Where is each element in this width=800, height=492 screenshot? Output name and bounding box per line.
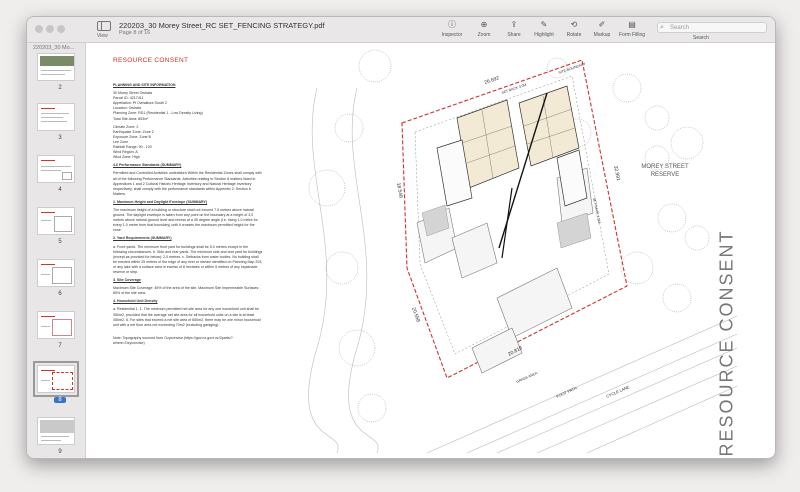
thumbnail-page-9[interactable] [37,417,75,445]
page-number-9: 9 [58,449,62,455]
site-info-line: Appellation: Pt Owhatiura South 2 [113,101,167,106]
info-icon: ⓘ [448,20,456,29]
height-heading: 1. Maximum Height and Daylight Envelope … [113,199,208,204]
markup-icon: ✐ [598,20,606,29]
thumbnail-page-3[interactable] [37,103,75,131]
climate-line: Wind Region: A [113,150,138,155]
setback-3m-label: SET BACK 3.0M [501,83,527,95]
markup-label: Markup [593,32,611,38]
page-number-7: 7 [58,343,62,349]
preview-window: View 220203_30 Morey Street_RC SET_FENCI… [26,16,776,459]
climate-line: Earthquake Zone: Zone 2 [113,129,154,134]
planning-heading: PLANNING AND SITE INFORMATION [113,83,176,87]
topography-note: Note: Topography sourced from Ozyconvise… [113,335,233,345]
minimize-button[interactable] [46,25,54,33]
close-button[interactable] [35,25,43,33]
pdf-page: RESOURCE CONSENT PLANNING AND SITE INFOR… [87,43,775,458]
west-dimension: 18.548 [395,182,404,198]
thumbnail-page-5[interactable] [37,207,75,235]
sidebar-document-name: 220203_30 Mo... [33,45,75,51]
thumbnail-page-6[interactable] [37,259,75,287]
page-heading: RESOURCE CONSENT [113,57,189,64]
rotate-icon: ⟲ [570,20,578,29]
page-number-3: 3 [58,135,62,141]
site-info-line: 30 Morey Street Owhata [113,91,152,96]
highlight-label: Highlight [534,32,554,38]
form-filling-label: Form Filling [618,32,646,38]
climate-info: Climate Zone: 2 Earthquake Zone: Zone 2 … [113,125,263,161]
climate-line: Wind Zone: High [113,155,140,160]
toolbar: View 220203_30 Morey Street_RC SET_FENCI… [27,17,775,43]
zoom-button[interactable]: ⊕ Zoom [467,20,501,38]
performance-text: Permitted and Controlled Activities unde… [113,171,262,196]
yard-heading: 2. Yard Requirements (SUMMARY) [113,236,172,241]
inspector-button[interactable]: ⓘ Inspector [435,20,469,38]
footpath-label: FOOT PATH [555,385,577,399]
site-info-line: Location: Owhata [113,106,141,111]
site-info-line: Parcel ID: 4217411 [113,96,144,101]
page-number-4: 4 [58,187,62,193]
density-text: a. Residential 1. 1. The minimum permitt… [113,307,261,327]
page-number-2: 2 [58,85,62,91]
north-dimension: 26.692 [484,75,501,86]
climate-line: Climate Zone: 2 [113,124,139,129]
share-button[interactable]: ⇪ Share [497,20,531,38]
zoom-icon: ⊕ [480,20,488,29]
form-filling-button[interactable]: ▤ Form Filling [615,20,649,38]
search-placeholder: Search [670,25,690,31]
east-dimension: 32.991 [612,165,621,181]
zoom-window-button[interactable] [57,25,65,33]
site-info-line: Total Site Area: 853m² [113,116,149,121]
performance-heading: 4.6 Performance Standards (SUMMARY) [113,163,182,168]
grass-label: GRASS AREA [516,371,539,384]
climate-line: Lee Zone [113,139,129,144]
zoom-label: Zoom [477,32,491,38]
coverage-text: Maximum Site Coverage: 45% of the area o… [113,286,260,296]
markup-button[interactable]: ✐ Markup [585,20,619,38]
height-text: The maximum height of a building or stru… [113,207,258,233]
page-number-5: 5 [58,239,62,245]
thumbnail-page-4[interactable] [37,155,75,183]
search-icon: ⌕ [660,24,664,31]
search-label: Search [693,35,709,41]
inspector-label: Inspector [441,32,463,38]
climate-line: Exposure Zone: Zone B [113,134,151,139]
vertical-watermark: RESOURCE CONSENT [716,229,737,457]
thumbnail-page-8[interactable] [33,361,79,397]
thumbnail-page-2[interactable] [37,53,75,81]
highlight-icon: ✎ [540,20,548,29]
view-label: View [97,33,108,39]
share-label: Share [507,32,521,38]
search-input[interactable]: ⌕ Search [657,22,767,33]
coverage-heading: 3. Site Coverage [113,278,141,283]
thumbnail-page-7[interactable] [37,311,75,339]
page-number-6: 6 [58,291,62,297]
site-info-line: Planning Zone: RD1 (Residential 1 - Low … [113,111,203,116]
page-indicator: Page 8 of 16 [119,30,151,36]
form-filling-icon: ▤ [628,20,636,29]
sidebar-toggle-icon[interactable] [97,21,111,31]
highlight-button[interactable]: ✎ Highlight [527,20,561,38]
page-number-8: 8 [54,397,66,403]
reserve-label: MOREY STREET RESERVE [641,164,689,178]
site-plan-drawing: 26.692 32.991 18.548 20.558 20.818 SET B… [308,49,737,453]
setback-1-5m-label: SET BACK 1.5M [592,197,601,223]
southwest-dimension: 20.558 [410,307,421,324]
density-heading: 4. Household Unit Density [113,299,158,304]
thumbnail-sidebar: 220203_30 Mo... 2 3 4 5 6 7 8 9 [27,43,86,458]
yard-text: a. Front yards. The minimum front yard f… [113,244,263,274]
site-info: 30 Morey Street Owhata Parcel ID: 421741… [113,91,263,122]
climate-line: Rainfall Range: 90 - 100 [113,145,152,150]
document-title: 220203_30 Morey Street_RC SET_FENCING ST… [119,21,325,30]
planning-notes: PLANNING AND SITE INFORMATION 30 Morey S… [113,83,263,349]
share-icon: ⇪ [510,20,518,29]
document-canvas[interactable]: RESOURCE CONSENT PLANNING AND SITE INFOR… [87,43,775,458]
